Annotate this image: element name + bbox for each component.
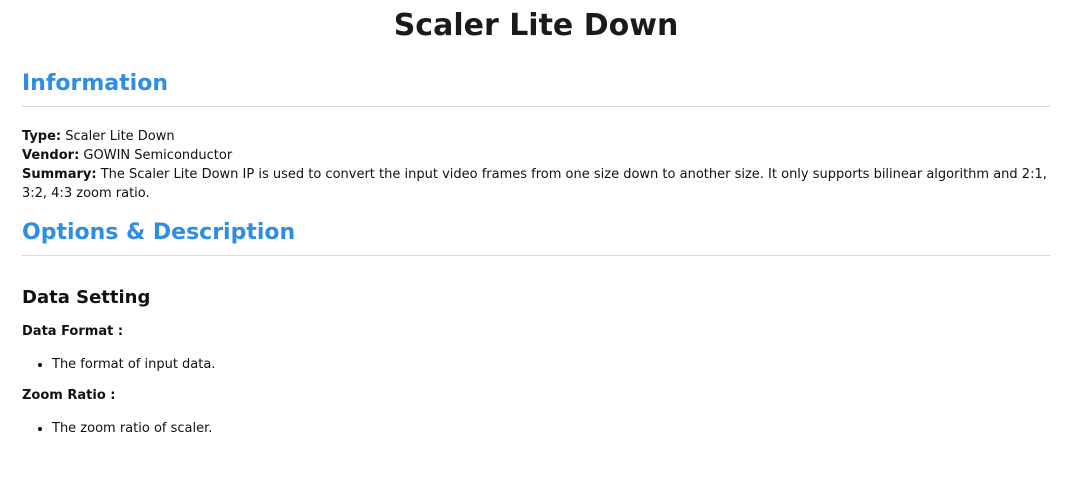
summary-value: The Scaler Lite Down IP is used to conve… <box>22 167 1047 201</box>
type-value: Scaler Lite Down <box>65 129 175 144</box>
options-divider <box>22 255 1050 256</box>
type-label: Type: <box>22 129 62 144</box>
zoom-ratio-description: The zoom ratio of scaler. <box>52 419 1050 438</box>
data-format-description: The format of input data. <box>52 355 1050 374</box>
zoom-ratio-list: The zoom ratio of scaler. <box>22 419 1050 438</box>
summary-line: Summary: The Scaler Lite Down IP is used… <box>22 165 1050 203</box>
data-format-label: Data Format : <box>22 324 124 339</box>
vendor-label: Vendor: <box>22 148 80 163</box>
data-format-list: The format of input data. <box>22 355 1050 374</box>
summary-label: Summary: <box>22 167 97 182</box>
information-divider <box>22 106 1050 107</box>
type-line: Type: Scaler Lite Down <box>22 127 1050 146</box>
document-page: Scaler Lite Down Information Type: Scale… <box>0 0 1072 502</box>
vendor-value: GOWIN Semiconductor <box>83 148 233 163</box>
information-block: Type: Scaler Lite Down Vendor: GOWIN Sem… <box>22 127 1050 203</box>
options-heading: Options & Description <box>22 220 296 245</box>
page-title: Scaler Lite Down <box>393 8 679 43</box>
data-setting-heading: Data Setting <box>22 287 151 308</box>
vendor-line: Vendor: GOWIN Semiconductor <box>22 146 1050 165</box>
zoom-ratio-label: Zoom Ratio : <box>22 388 116 403</box>
information-heading: Information <box>22 71 168 96</box>
